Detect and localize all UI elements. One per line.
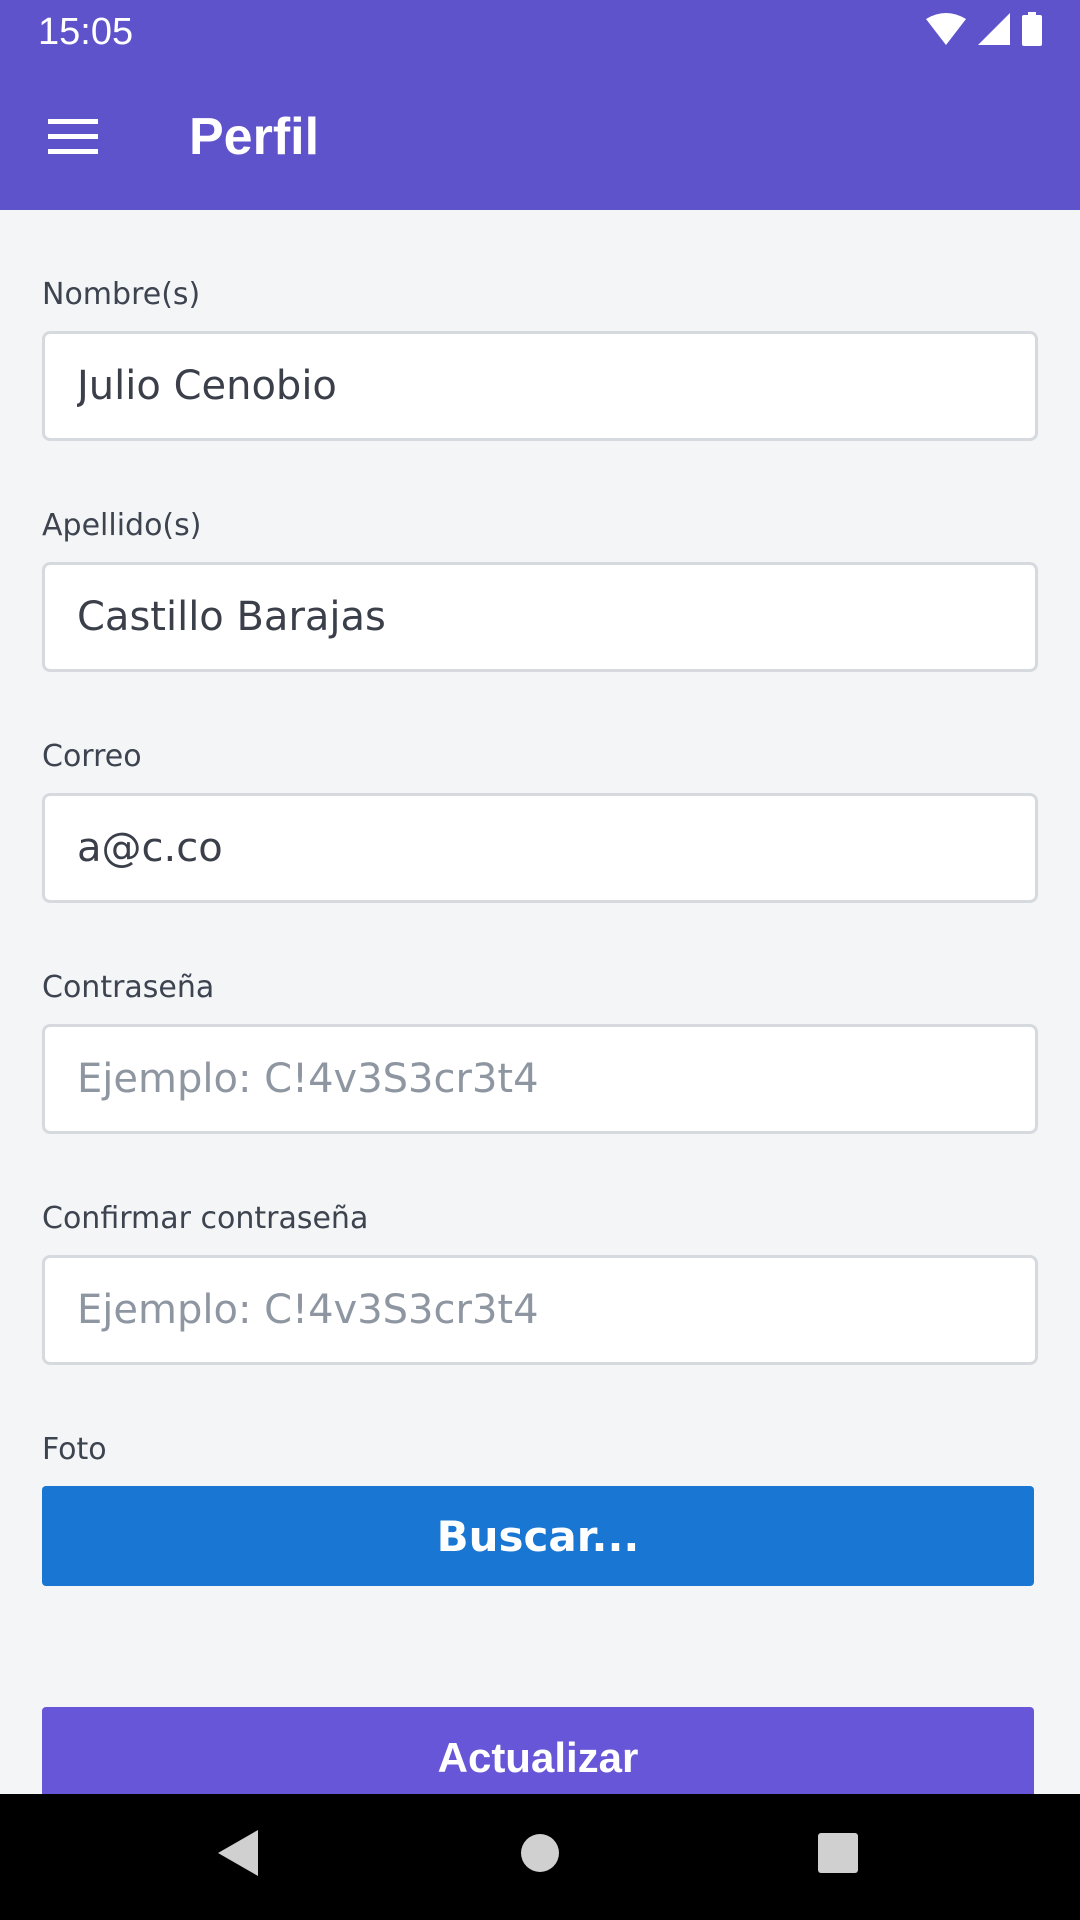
- actualizar-button[interactable]: Actualizar: [42, 1707, 1034, 1807]
- page-title: Perfil: [189, 108, 320, 166]
- back-icon[interactable]: [218, 1830, 258, 1880]
- navigation-bar: [0, 1794, 1080, 1920]
- correo-input[interactable]: [42, 793, 1038, 903]
- apellidos-label: Apellido(s): [42, 508, 202, 543]
- contrasena-input[interactable]: [42, 1024, 1038, 1134]
- menu-icon[interactable]: [48, 119, 98, 155]
- battery-icon: [1022, 12, 1042, 50]
- home-icon[interactable]: [520, 1830, 560, 1880]
- signal-icon: [978, 13, 1010, 49]
- app-bar: Perfil: [0, 63, 1080, 210]
- confirmar-label: Confirmar contraseña: [42, 1201, 369, 1236]
- correo-label: Correo: [42, 739, 142, 774]
- apellidos-input[interactable]: [42, 562, 1038, 672]
- contrasena-label: Contraseña: [42, 970, 215, 1005]
- status-icons: [926, 12, 1042, 50]
- wifi-icon: [926, 13, 966, 49]
- recents-icon[interactable]: [818, 1830, 858, 1880]
- status-bar: 15:05: [0, 0, 1080, 63]
- nombres-label: Nombre(s): [42, 277, 201, 312]
- buscar-button[interactable]: Buscar...: [42, 1486, 1034, 1586]
- nombres-input[interactable]: [42, 331, 1038, 441]
- status-time: 15:05: [38, 11, 134, 53]
- foto-label: Foto: [42, 1432, 107, 1467]
- confirmar-input[interactable]: [42, 1255, 1038, 1365]
